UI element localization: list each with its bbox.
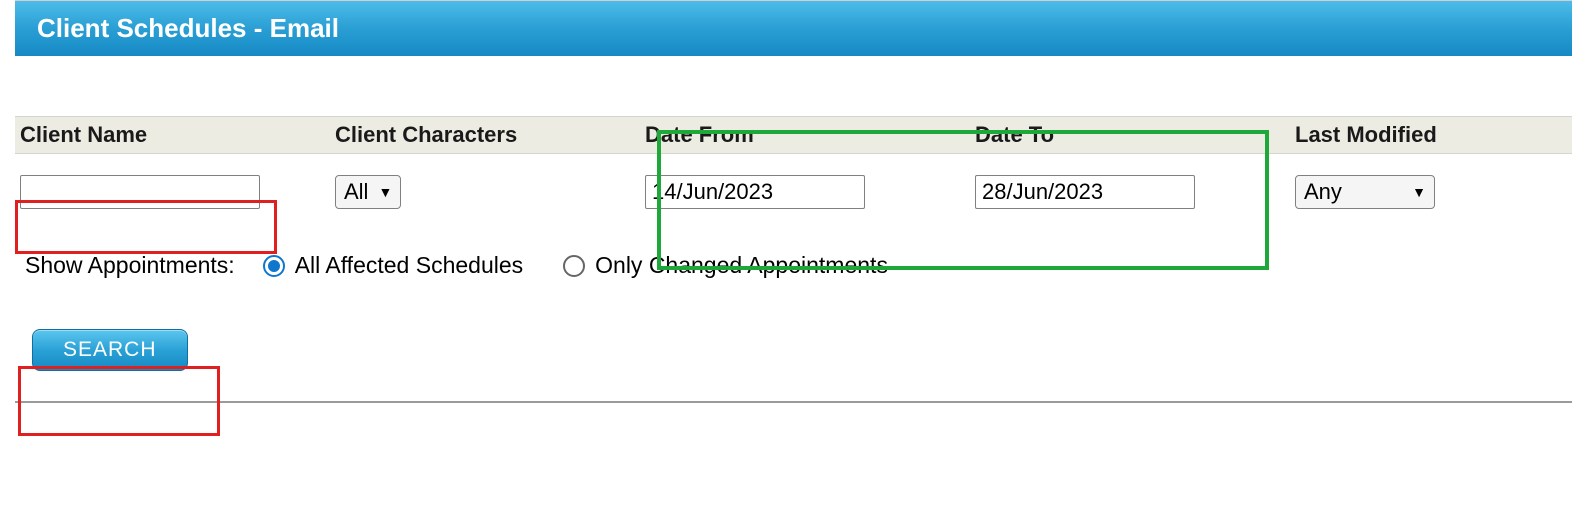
chevron-down-icon: ▼ (1412, 184, 1426, 200)
client-characters-value: All (344, 179, 368, 205)
label-client-characters: Client Characters (335, 122, 517, 147)
chevron-down-icon: ▼ (378, 184, 392, 200)
filter-header-row: Client Name Client Characters Date From … (15, 116, 1572, 154)
show-appointments-row: Show Appointments: All Affected Schedule… (15, 252, 1572, 279)
label-last-modified: Last Modified (1295, 122, 1437, 147)
client-name-input[interactable] (20, 175, 260, 209)
page-header: Client Schedules - Email (15, 0, 1572, 56)
filter-body-row: All ▼ Any ▼ (15, 154, 1572, 230)
label-client-name: Client Name (20, 122, 147, 147)
date-from-input[interactable] (645, 175, 865, 209)
client-characters-select[interactable]: All ▼ (335, 175, 401, 209)
radio-only-changed[interactable] (563, 255, 585, 277)
date-to-input[interactable] (975, 175, 1195, 209)
search-button[interactable]: SEARCH (32, 329, 188, 371)
radio-all-affected[interactable] (263, 255, 285, 277)
divider (15, 401, 1572, 403)
show-appointments-label: Show Appointments: (25, 252, 235, 279)
label-date-from: Date From (645, 122, 754, 147)
label-date-to: Date To (975, 122, 1054, 147)
page-title: Client Schedules - Email (37, 13, 339, 43)
last-modified-value: Any (1304, 179, 1342, 205)
radio-only-changed-label: Only Changed Appointments (595, 252, 888, 279)
radio-all-affected-label: All Affected Schedules (295, 252, 523, 279)
last-modified-select[interactable]: Any ▼ (1295, 175, 1435, 209)
